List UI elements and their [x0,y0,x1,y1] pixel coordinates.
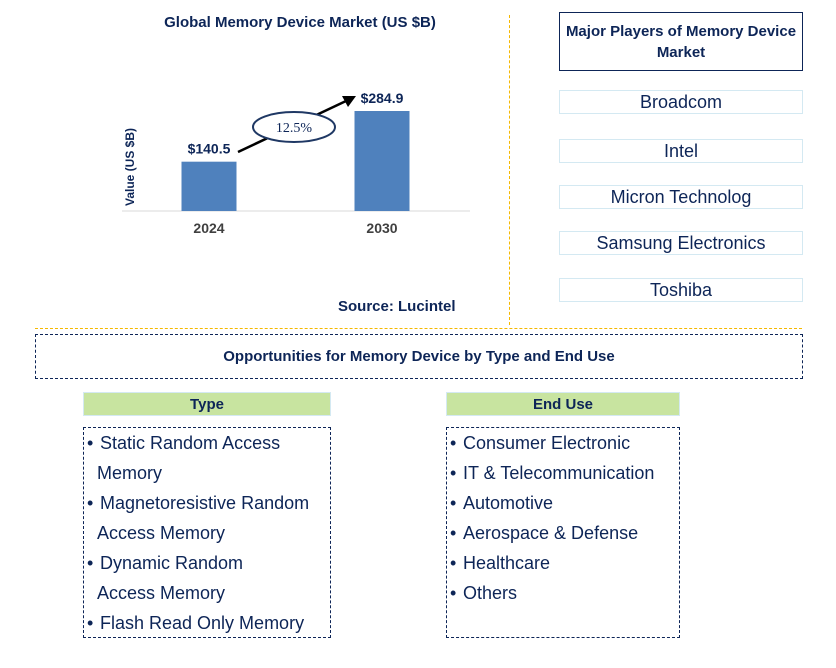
type-heading: Type [83,392,331,416]
list-item: • Automotive [447,488,679,518]
bullet-icon: • [87,433,94,453]
player-intel: Intel [559,139,803,163]
list-item: • Magnetoresistive Random [84,488,330,518]
list-item: • Aerospace & Defense [447,518,679,548]
player-broadcom: Broadcom [559,90,803,114]
chart-title: Global Memory Device Market (US $B) [164,14,436,31]
list-item: • Consumer Electronic [447,428,679,458]
bullet-icon: • [87,553,94,573]
horizontal-divider [35,328,802,329]
data-label-2024: $140.5 [188,141,231,157]
bullet-icon: • [450,463,457,483]
vertical-divider [509,15,510,325]
list-item: • IT & Telecommunication [447,458,679,488]
bullet-icon: • [450,553,457,573]
source-label: Source: Lucintel [338,298,456,315]
list-item: • Static Random Access [84,428,330,458]
x-tick-2024: 2024 [193,220,224,236]
bullet-icon: • [450,493,457,513]
list-item: • Flash Read Only Memory [84,608,330,638]
bullet-icon: • [87,493,94,513]
list-item-continued: Access Memory [97,583,226,603]
player-micron: Micron Technolog [559,185,803,209]
list-item-continued: Memory [97,463,163,483]
list-item: • Dynamic Random [84,548,330,578]
bullet-icon: • [87,613,94,633]
end-use-list: • Consumer Electronic • IT & Telecommunica… [446,427,680,638]
bar-2024 [181,161,237,211]
opportunities-title: Opportunities for Memory Device by Type … [35,334,803,379]
cagr-label: 12.5% [276,121,313,136]
data-label-2030: $284.9 [361,90,404,106]
bar-chart: $140.5 2024 $284.9 2030 12.5% [122,90,470,236]
bullet-icon: • [450,433,457,453]
end-use-heading: End Use [446,392,680,416]
list-item-continued: Access Memory [97,523,226,543]
players-title: Major Players of Memory Device Market [559,12,803,71]
x-tick-2030: 2030 [366,220,397,236]
list-item: • Healthcare [447,548,679,578]
type-list: • Static Random Access Memory • Magnetores… [83,427,331,638]
player-samsung: Samsung Electronics [559,231,803,255]
player-toshiba: Toshiba [559,278,803,302]
bullet-icon: • [450,523,457,543]
list-item: • Others [447,578,679,608]
bar-2030 [354,111,410,211]
bullet-icon: • [450,583,457,603]
